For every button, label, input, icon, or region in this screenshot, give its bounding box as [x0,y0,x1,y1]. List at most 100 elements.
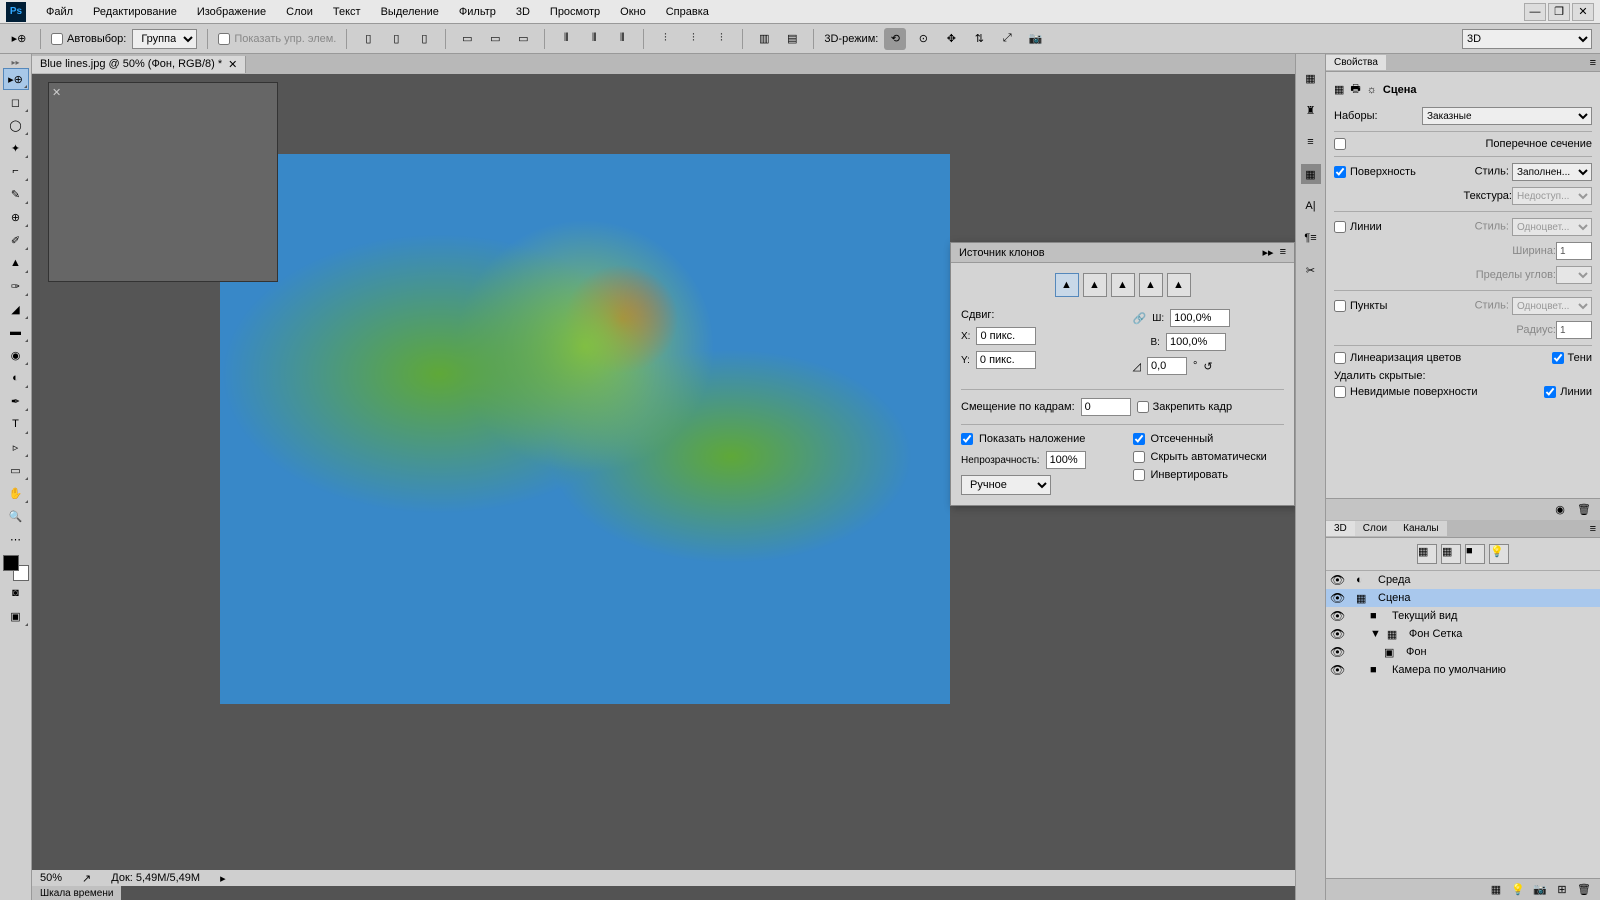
dodge-tool[interactable]: ◐ [3,367,29,389]
strip-history-icon[interactable]: ▦ [1301,68,1321,88]
layer-row[interactable]: 👁 ▣ Фон [1326,643,1600,661]
h-input[interactable] [1166,333,1226,351]
clone-src-3[interactable]: ▲ [1111,273,1135,297]
invisible-lines-check[interactable]: Линии [1544,386,1592,398]
blur-tool[interactable]: ◉ [3,344,29,366]
pan-icon[interactable]: ✥ [940,28,962,50]
shape-tool[interactable]: ▭ [3,459,29,481]
minimize-button[interactable]: — [1524,3,1546,21]
properties-tab[interactable]: Свойства [1326,55,1386,70]
filter-mesh[interactable]: ▦ [1441,544,1461,564]
filter-light[interactable]: 💡 [1489,544,1509,564]
layers-trash-icon[interactable]: 🗑 [1576,882,1592,898]
autoselect-check[interactable]: Автовыбор: [51,33,126,45]
distribute-v2-icon[interactable]: ⫶ [682,28,704,50]
surface-style-select[interactable]: Заполнен... [1512,163,1592,181]
canvas-area[interactable]: ✕ Источник клонов ▸▸ ≡ ▲ ▲ ▲ ▲ [40,74,1295,870]
zoom-level[interactable]: 50% [40,872,62,884]
eyedropper-tool[interactable]: ✎ [3,183,29,205]
timeline-tab[interactable]: Шкала времени [32,886,121,900]
new-camera-icon[interactable]: 📷 [1532,882,1548,898]
navigator-panel[interactable]: ✕ [48,82,278,282]
distribute-space-v-icon[interactable]: ▤ [781,28,803,50]
clone-src-2[interactable]: ▲ [1083,273,1107,297]
opacity-input[interactable] [1046,451,1086,469]
presets-select[interactable]: Заказные [1422,107,1592,125]
new-mesh-icon[interactable]: ⊞ [1554,882,1570,898]
layer-row[interactable]: 👁 ■ Текущий вид [1326,607,1600,625]
scale-icon[interactable]: ⤢ [996,28,1018,50]
visibility-icon[interactable]: 👁 [1330,609,1344,623]
brush-tool[interactable]: ✐ [3,229,29,251]
distribute-h3-icon[interactable]: ⫴ [611,28,633,50]
orbit-icon[interactable]: ⟲ [884,28,906,50]
layer-row[interactable]: 👁 ◐ Среда [1326,571,1600,589]
clone-tool[interactable]: ▲ [3,252,29,274]
menu-select[interactable]: Выделение [371,6,449,18]
new-light-icon[interactable]: 💡 [1510,882,1526,898]
workspace-switcher[interactable]: 3D [1462,29,1592,49]
lock-frame-check[interactable]: Закрепить кадр [1137,401,1232,413]
distribute-h1-icon[interactable]: ⫴ [555,28,577,50]
move-tool-icon[interactable]: ▸⊕ [8,28,30,50]
layer-row[interactable]: 👁 ▦ Сцена [1326,589,1600,607]
zoom-tool[interactable]: 🔍 [3,505,29,527]
layers-menu-icon[interactable]: ≡ [1586,523,1600,535]
eraser-tool[interactable]: ◢ [3,298,29,320]
menu-file[interactable]: Файл [36,6,83,18]
tab-channels[interactable]: Каналы [1395,521,1447,536]
render-icon[interactable]: ◉ [1552,502,1568,518]
clone-src-1[interactable]: ▲ [1055,273,1079,297]
quick-mask[interactable]: ◙ [3,582,29,604]
visibility-icon[interactable]: 👁 [1330,627,1344,641]
strip-swatches-icon[interactable]: ▦ [1301,164,1321,184]
gradient-tool[interactable]: ▬ [3,321,29,343]
new-scene-icon[interactable]: ▦ [1488,882,1504,898]
align-left-icon[interactable]: ▯ [357,28,379,50]
lines-check[interactable]: Линии [1334,221,1382,233]
clone-src-4[interactable]: ▲ [1139,273,1163,297]
frame-offset-input[interactable] [1081,398,1131,416]
history-brush-tool[interactable]: ✑ [3,275,29,297]
cross-section-check[interactable]: Поперечное сечение [1334,138,1592,150]
menu-window[interactable]: Окно [610,6,656,18]
menu-3d[interactable]: 3D [506,6,540,18]
distribute-h2-icon[interactable]: ⫴ [583,28,605,50]
strip-paragraph-icon[interactable]: ≡ [1301,132,1321,152]
invert-check[interactable]: Инвертировать [1133,469,1285,481]
align-right-icon[interactable]: ▯ [413,28,435,50]
strip-character-icon[interactable]: ♜ [1301,100,1321,120]
points-check[interactable]: Пункты [1334,300,1387,312]
reset-icon[interactable]: ↺ [1203,360,1212,373]
visibility-icon[interactable]: 👁 [1330,591,1344,605]
menu-help[interactable]: Справка [656,6,719,18]
show-overlay-check[interactable]: Показать наложение [961,433,1113,445]
w-input[interactable] [1170,309,1230,327]
dialog-collapse-icon[interactable]: ▸▸ [1263,246,1274,259]
screen-mode[interactable]: ▣ [3,605,29,627]
filter-material[interactable]: ■ [1465,544,1485,564]
menu-layers[interactable]: Слои [276,6,323,18]
align-center-icon[interactable]: ▯ [385,28,407,50]
image-canvas[interactable] [220,154,950,704]
slide-icon[interactable]: ⇅ [968,28,990,50]
x-input[interactable] [976,327,1036,345]
playback-select[interactable]: Ручное [961,475,1051,495]
angle-input[interactable] [1147,357,1187,375]
filter-all[interactable]: ▦ [1417,544,1437,564]
wand-tool[interactable]: ✦ [3,137,29,159]
show-controls-check[interactable]: Показать упр. элем. [218,33,336,45]
menu-image[interactable]: Изображение [187,6,276,18]
autoselect-mode[interactable]: Группа [132,29,197,49]
dialog-menu-icon[interactable]: ≡ [1280,246,1286,259]
path-tool[interactable]: ▹ [3,436,29,458]
move-tool[interactable]: ▸⊕ [3,68,29,90]
align-top-icon[interactable]: ▭ [456,28,478,50]
healing-tool[interactable]: ⊕ [3,206,29,228]
nav-close-icon[interactable]: ✕ [52,86,64,98]
surface-check[interactable]: Поверхность [1334,166,1416,178]
align-bottom-icon[interactable]: ▭ [512,28,534,50]
menu-view[interactable]: Просмотр [540,6,610,18]
strip-tools-icon[interactable]: ✂ [1301,260,1321,280]
shadows-check[interactable]: Тени [1552,352,1592,364]
